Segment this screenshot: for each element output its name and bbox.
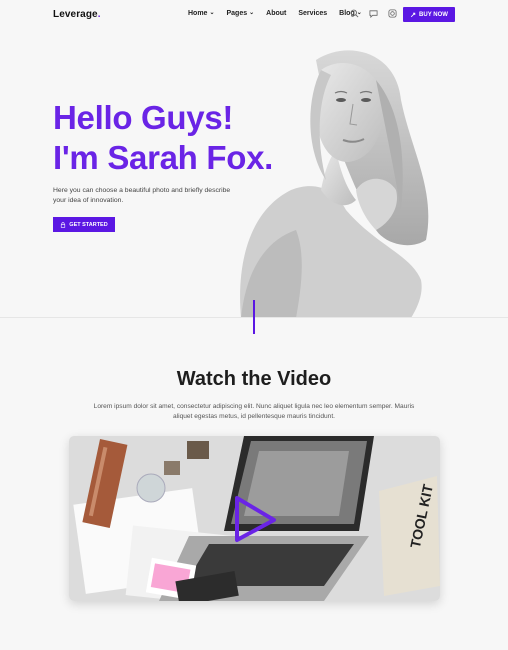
video-player[interactable]: TOOL KIT xyxy=(69,436,440,601)
chevron-down-icon: ⌄ xyxy=(209,10,215,16)
video-section-description: Lorem ipsum dolor sit amet, consectetur … xyxy=(93,403,415,420)
main-nav: Home ⌄ Pages ⌄ About Services Blog ⌄ xyxy=(188,10,374,17)
nav-item-services[interactable]: Services xyxy=(298,10,327,17)
instagram-icon[interactable] xyxy=(388,9,397,18)
header-icons xyxy=(350,9,397,18)
nav-item-pages[interactable]: Pages ⌄ xyxy=(226,10,254,17)
scroll-indicator xyxy=(253,300,255,334)
search-icon[interactable] xyxy=(350,9,359,18)
video-thumbnail-image: TOOL KIT xyxy=(69,436,440,601)
nav-item-home[interactable]: Home ⌄ xyxy=(188,10,214,17)
chevron-down-icon: ⌄ xyxy=(249,10,255,16)
nav-item-about[interactable]: About xyxy=(266,10,286,17)
lock-icon xyxy=(61,221,66,228)
chat-icon[interactable] xyxy=(369,9,378,18)
hero-subtitle: Here you can choose a beautiful photo an… xyxy=(53,187,231,204)
rocket-icon xyxy=(410,12,416,17)
hero-portrait-image xyxy=(240,50,429,318)
get-started-button[interactable]: GET STARTED xyxy=(53,217,115,232)
video-section-title: Watch the Video xyxy=(176,368,332,390)
logo[interactable]: Leverage. xyxy=(53,9,101,20)
site-header: Leverage. Home ⌄ Pages ⌄ About Services Bl… xyxy=(0,0,508,30)
buy-now-button[interactable]: BUY NOW xyxy=(403,7,455,22)
